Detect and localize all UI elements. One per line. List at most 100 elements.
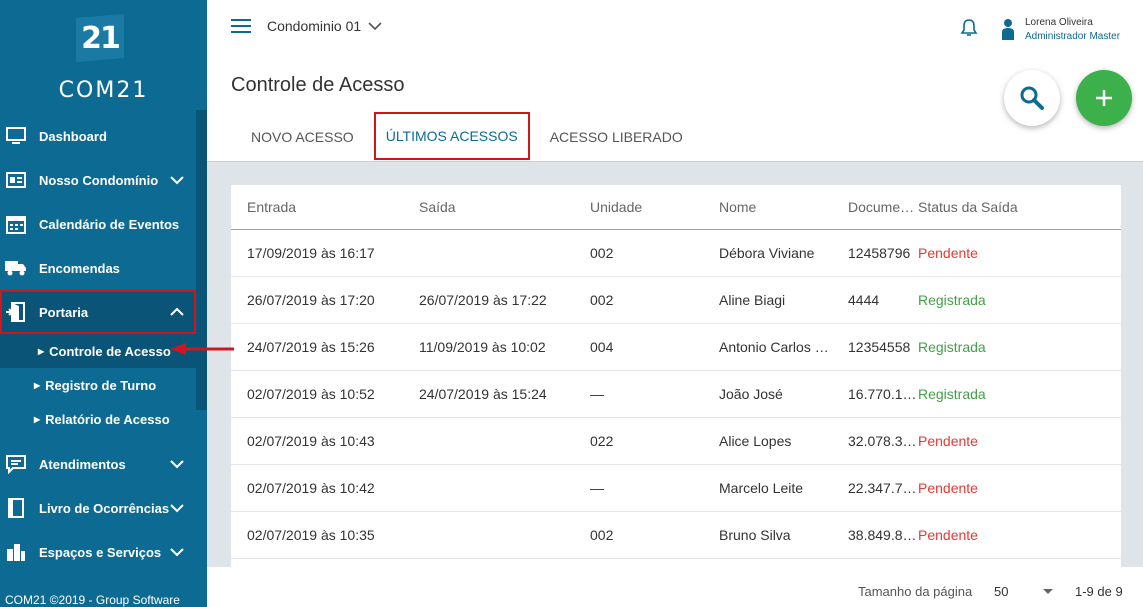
cell-status: Pendente (918, 527, 978, 543)
top-bar: Condominio 01 Lorena Oliveira Administra… (207, 0, 1143, 56)
sidebar-item-label: Nosso Condomínio (39, 172, 159, 188)
column-header-entrada[interactable]: Entrada (231, 199, 403, 215)
cell-documento: 38.849.818... (848, 527, 918, 543)
caret-right-icon: ▶ (34, 414, 41, 424)
cell-documento: 12354558 (848, 339, 911, 355)
search-button[interactable] (1004, 70, 1060, 126)
cell-documento: 22.347.719... (848, 480, 918, 496)
table-row[interactable]: 02/07/2019 às 10:42 — Marcelo Leite 22.3… (231, 465, 1121, 512)
tab-acesso-liberado[interactable]: ACESSO LIBERADO (530, 114, 703, 160)
tab-ultimos-acessos[interactable]: ÚLTIMOS ACESSOS (373, 112, 530, 160)
cell-status: Pendente (918, 433, 978, 449)
page-header: Controle de Acesso NOVO ACESSO ÚLTIMOS A… (207, 56, 1143, 162)
cell-unidade: 002 (590, 292, 614, 308)
cell-nome: Aline Biagi (719, 292, 786, 308)
cell-nome: Antonio Carlos Ne... (719, 339, 832, 355)
cell-unidade: 002 (590, 527, 614, 543)
caret-right-icon: ▶ (38, 346, 45, 356)
truck-icon (5, 257, 27, 279)
sidebar-subitem-controle-de-acesso[interactable]: ▶ Controle de Acesso (0, 334, 196, 368)
sidebar-item-label: Calendário de Eventos (39, 216, 180, 232)
condominium-name: Condominio 01 (267, 18, 362, 34)
tab-bar: NOVO ACESSO ÚLTIMOS ACESSOS ACESSO LIBER… (231, 112, 703, 160)
add-button[interactable] (1076, 70, 1132, 126)
table-row[interactable]: 17/09/2019 às 16:17 002 Débora Viviane 1… (231, 230, 1121, 277)
table-row[interactable]: 02/07/2019 às 10:52 24/07/2019 às 15:24 … (231, 371, 1121, 418)
dropdown-arrow-icon[interactable] (1043, 589, 1053, 594)
sidebar-item-dashboard[interactable]: Dashboard (0, 114, 207, 158)
cell-entrada: 26/07/2019 às 17:20 (247, 292, 375, 308)
cell-status: Registrada (918, 292, 986, 308)
cell-saida: 24/07/2019 às 15:24 (419, 386, 547, 402)
building-icon (5, 541, 27, 563)
table-row[interactable]: 02/07/2019 às 10:43 022 Alice Lopes 32.0… (231, 418, 1121, 465)
sidebar: 21 COM21 Dashboard Nosso Condomínio Cale… (0, 0, 207, 607)
table-row[interactable]: 24/07/2019 às 15:26 11/09/2019 às 10:02 … (231, 324, 1121, 371)
sidebar-item-label: Encomendas (39, 260, 120, 276)
cell-entrada: 24/07/2019 às 15:26 (247, 339, 375, 355)
cell-entrada: 02/07/2019 às 10:52 (247, 386, 375, 402)
cell-nome: Alice Lopes (719, 433, 792, 449)
cell-unidade: 002 (590, 245, 614, 261)
page-title: Controle de Acesso (231, 74, 405, 96)
column-header-status[interactable]: Status da Saída (918, 199, 1098, 215)
sidebar-subitem-registro-de-turno[interactable]: ▶ Registro de Turno (0, 368, 207, 402)
sidebar-item-nosso-condominio[interactable]: Nosso Condomínio (0, 158, 207, 202)
sidebar-subitem-relatorio-de-acesso[interactable]: ▶ Relatório de Acesso (0, 402, 207, 436)
sidebar-item-label: Dashboard (39, 128, 107, 144)
search-icon (1020, 86, 1044, 110)
calendar-icon (5, 213, 27, 235)
chevron-down-icon (170, 460, 184, 469)
chevron-down-icon (368, 22, 382, 31)
id-card-icon (5, 169, 27, 191)
sidebar-subitem-label: Controle de Acesso (49, 343, 171, 359)
menu-icon[interactable] (231, 19, 251, 35)
chevron-down-icon (170, 176, 184, 185)
annotation-arrow-icon (170, 343, 234, 355)
user-role: Administrador Master (1025, 31, 1121, 42)
sidebar-item-livro-de-ocorrencias[interactable]: Livro de Ocorrências (0, 486, 207, 530)
sidebar-item-encomendas[interactable]: Encomendas (0, 246, 207, 290)
column-header-nome[interactable]: Nome (703, 199, 832, 215)
user-icon[interactable] (1001, 18, 1015, 40)
bell-icon[interactable] (959, 18, 979, 38)
plus-icon (1096, 90, 1112, 106)
table-row[interactable]: 02/07/2019 às 10:35 002 Bruno Silva 38.8… (231, 512, 1121, 559)
sidebar-item-espacos-e-servicos[interactable]: Espaços e Serviços (0, 530, 207, 574)
tab-novo-acesso[interactable]: NOVO ACESSO (231, 114, 374, 160)
sidebar-item-atendimentos[interactable]: Atendimentos (0, 442, 207, 486)
paginator: Tamanho da página 50 1-9 de 9 (207, 567, 1143, 607)
logo-badge: 21 (76, 14, 124, 62)
cell-entrada: 02/07/2019 às 10:35 (247, 527, 375, 543)
page-size-select[interactable]: 50 (994, 584, 1008, 599)
column-header-documento[interactable]: Documento (832, 199, 918, 215)
logo: 21 COM21 (0, 0, 207, 110)
column-header-unidade[interactable]: Unidade (574, 199, 703, 215)
cell-saida: 26/07/2019 às 17:22 (419, 292, 547, 308)
access-table: Entrada Saída Unidade Nome Documento Sta… (231, 185, 1121, 567)
table-row[interactable]: 26/07/2019 às 17:20 26/07/2019 às 17:22 … (231, 277, 1121, 324)
chevron-down-icon (170, 504, 184, 513)
page-range: 1-9 de 9 (1075, 584, 1123, 599)
cell-unidade: — (590, 480, 604, 496)
cell-documento: 16.770.103... (848, 386, 918, 402)
sidebar-item-label: Portaria (39, 304, 89, 320)
cell-documento: 32.078.364... (848, 433, 918, 449)
door-icon (5, 301, 27, 323)
cell-nome: Débora Viviane (719, 245, 815, 261)
sidebar-item-label: Livro de Ocorrências (39, 500, 170, 516)
cell-nome: João José (719, 386, 783, 402)
cell-entrada: 02/07/2019 às 10:42 (247, 480, 375, 496)
column-header-saida[interactable]: Saída (403, 199, 574, 215)
sidebar-item-calendario[interactable]: Calendário de Eventos (0, 202, 207, 246)
cell-entrada: 17/09/2019 às 16:17 (247, 245, 375, 261)
monitor-icon (5, 125, 27, 147)
cell-nome: Marcelo Leite (719, 480, 804, 496)
cell-status: Pendente (918, 245, 978, 261)
cell-unidade: 004 (590, 339, 614, 355)
sidebar-item-portaria[interactable]: Portaria (0, 290, 196, 334)
user-name[interactable]: Lorena Oliveira (1025, 17, 1093, 28)
cell-unidade: — (590, 386, 604, 402)
cell-documento: 12458796 (848, 245, 911, 261)
condominium-selector[interactable]: Condominio 01 (267, 18, 382, 34)
